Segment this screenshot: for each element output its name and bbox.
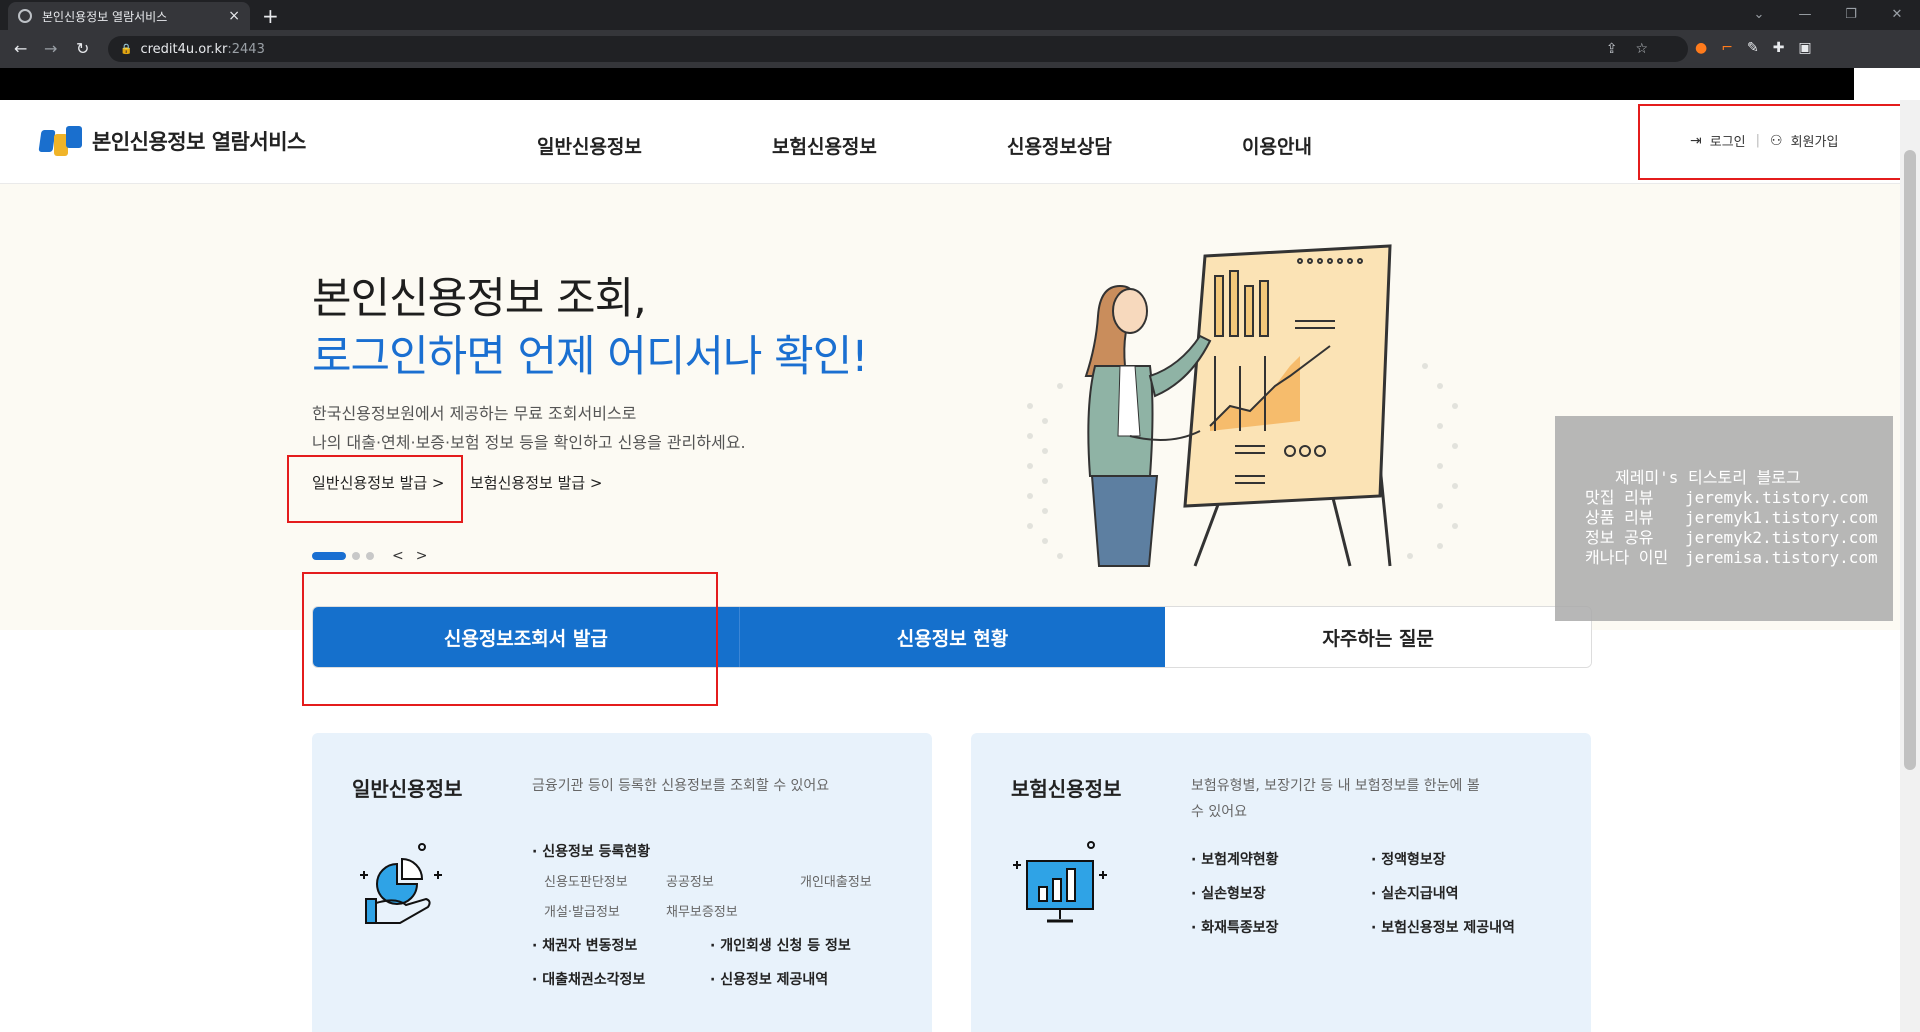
insurance-credit-issue-link[interactable]: 보험신용정보 발급 >: [470, 472, 603, 493]
slide-dot[interactable]: [352, 552, 360, 560]
nav-general-credit[interactable]: 일반신용정보: [537, 132, 642, 159]
puzzle-icon[interactable]: ✚: [1773, 40, 1785, 56]
insurance-credit-card: 보험신용정보 보험유형별, 보장기간 등 내 보험정보를 한눈에 볼 수 있어요…: [971, 733, 1591, 1032]
list-item[interactable]: 신용도판단정보: [544, 871, 628, 890]
browser-toolbar: ← → ↻ 🔒 credit4u.or.kr:2443 ⇪ ☆ ● ⌐ ✎ ✚ …: [0, 30, 1920, 68]
nav-guide[interactable]: 이용안내: [1242, 132, 1312, 159]
blog-watermark: 제레미's 티스토리 블로그 맛집 리뷰 jeremyk.tistory.com …: [1555, 416, 1893, 621]
globe-icon: [18, 9, 32, 23]
extensions: ● ⌐ ✎ ✚ ▣: [1695, 40, 1812, 56]
browser-tab-bar: 본인신용정보 열람서비스 × + ⌄ — ❐ ✕: [0, 0, 1920, 30]
list-item[interactable]: · 대출채권소각정보: [532, 969, 645, 989]
hand-pie-chart-icon: [360, 843, 442, 924]
highlight-box-login: [1638, 104, 1902, 180]
watermark-key: 상품 리뷰: [1585, 508, 1654, 527]
next-slide-icon[interactable]: >: [416, 548, 428, 564]
restore-button[interactable]: ❐: [1828, 0, 1874, 30]
address-bar[interactable]: 🔒 credit4u.or.kr:2443 ⇪ ☆: [108, 36, 1688, 62]
tab-credit-status[interactable]: 신용정보 현황: [738, 607, 1166, 667]
list-item[interactable]: 공공정보: [666, 871, 714, 890]
url-host: credit4u.or.kr: [140, 41, 228, 57]
watermark-url: jeremisa.tistory.com: [1685, 548, 1878, 567]
tab-title: 본인신용정보 열람서비스: [42, 9, 168, 24]
slide-dot[interactable]: [366, 552, 374, 560]
tab-faq[interactable]: 자주하는 질문: [1165, 607, 1591, 667]
tab-search-icon[interactable]: ⌄: [1736, 0, 1782, 30]
presenter-illustration: [1027, 244, 1458, 567]
card-description: 보험유형별, 보장기간 등 내 보험정보를 한눈에 볼 수 있어요: [1191, 778, 1480, 820]
watermark-url: jeremyk1.tistory.com: [1685, 508, 1878, 527]
extension-icon[interactable]: ●: [1695, 40, 1707, 56]
list-item[interactable]: 개인대출정보: [800, 871, 872, 890]
browser-tab[interactable]: 본인신용정보 열람서비스 ×: [8, 2, 250, 30]
close-window-button[interactable]: ✕: [1874, 0, 1920, 30]
share-icon[interactable]: ⇪: [1606, 41, 1618, 57]
hero-desc-line2: 나의 대출·연체·보증·보험 정보 등을 확인하고 신용을 관리하세요.: [312, 433, 746, 452]
new-tab-button[interactable]: +: [262, 4, 279, 28]
list-item[interactable]: · 실손지급내역: [1371, 883, 1458, 903]
page-top-strip: [0, 68, 1822, 100]
card-title: 보험신용정보: [1011, 777, 1122, 801]
side-panel-icon[interactable]: ▣: [1798, 40, 1811, 56]
reload-icon[interactable]: ↻: [76, 39, 89, 58]
list-item[interactable]: · 실손형보장: [1191, 883, 1266, 903]
list-item[interactable]: 개설·발급정보: [544, 901, 620, 920]
hero-desc-line1: 한국신용정보원에서 제공하는 무료 조회서비스로: [312, 404, 637, 423]
watermark-key: 정보 공유: [1585, 528, 1654, 547]
slide-pager: < >: [312, 548, 427, 564]
list-heading[interactable]: · 신용정보 등록현황: [532, 841, 650, 861]
list-item[interactable]: · 보험계약현황: [1191, 849, 1278, 869]
highlight-box-issue-link: [287, 455, 463, 523]
watermark-url: jeremyk2.tistory.com: [1685, 528, 1878, 547]
lock-icon: 🔒: [120, 43, 133, 55]
extension-icon[interactable]: ⌐: [1721, 40, 1733, 56]
back-icon[interactable]: ←: [14, 39, 27, 58]
nav-credit-consulting[interactable]: 신용정보상담: [1007, 132, 1112, 159]
logo-mark-icon: [38, 124, 82, 158]
site-logo[interactable]: 본인신용정보 열람서비스: [38, 124, 306, 158]
hero-title-line2: 로그인하면 언제 어디서나 확인!: [312, 332, 869, 382]
prev-slide-icon[interactable]: <: [392, 548, 404, 564]
slide-dot-active[interactable]: [312, 552, 346, 560]
window-controls: ⌄ — ❐ ✕: [1736, 0, 1920, 30]
minimize-button[interactable]: —: [1782, 0, 1828, 30]
monitor-chart-icon: [1013, 841, 1107, 923]
forward-icon[interactable]: →: [44, 39, 57, 58]
close-tab-icon[interactable]: ×: [228, 8, 240, 24]
list-item[interactable]: · 보험신용정보 제공내역: [1371, 917, 1515, 937]
hero-title-line1: 본인신용정보 조회,: [312, 274, 647, 324]
general-credit-card: 일반신용정보 금융기관 등이 등록한 신용정보를 조회할 수 있어요 · 신용정…: [312, 733, 932, 1032]
extension-icon[interactable]: ✎: [1747, 40, 1759, 56]
highlight-box-report-tab: [302, 572, 718, 706]
page-scrollbar[interactable]: [1900, 100, 1920, 1032]
watermark-key: 캐나다 이민: [1585, 548, 1669, 567]
bookmark-star-icon[interactable]: ☆: [1635, 41, 1648, 57]
list-item[interactable]: · 화재특종보장: [1191, 917, 1278, 937]
list-item[interactable]: · 개인회생 신청 등 정보: [710, 935, 851, 955]
watermark-key: 맛집 리뷰: [1585, 488, 1654, 507]
watermark-title: 제레미's 티스토리 블로그: [1615, 468, 1801, 487]
list-item[interactable]: · 신용정보 제공내역: [710, 969, 828, 989]
card-title: 일반신용정보: [352, 777, 463, 801]
nav-insurance-credit[interactable]: 보험신용정보: [772, 132, 877, 159]
card-description: 금융기관 등이 등록한 신용정보를 조회할 수 있어요: [532, 778, 830, 794]
list-item[interactable]: · 정액형보장: [1371, 849, 1446, 869]
logo-text: 본인신용정보 열람서비스: [92, 130, 306, 154]
scrollbar-thumb[interactable]: [1904, 150, 1916, 770]
url-port: :2443: [227, 41, 265, 57]
list-item[interactable]: · 채권자 변동정보: [532, 935, 637, 955]
watermark-url: jeremyk.tistory.com: [1685, 488, 1869, 507]
site-header: 본인신용정보 열람서비스 일반신용정보 보험신용정보 신용정보상담 이용안내 ⇥…: [0, 100, 1900, 184]
list-item[interactable]: 채무보증정보: [666, 901, 738, 920]
